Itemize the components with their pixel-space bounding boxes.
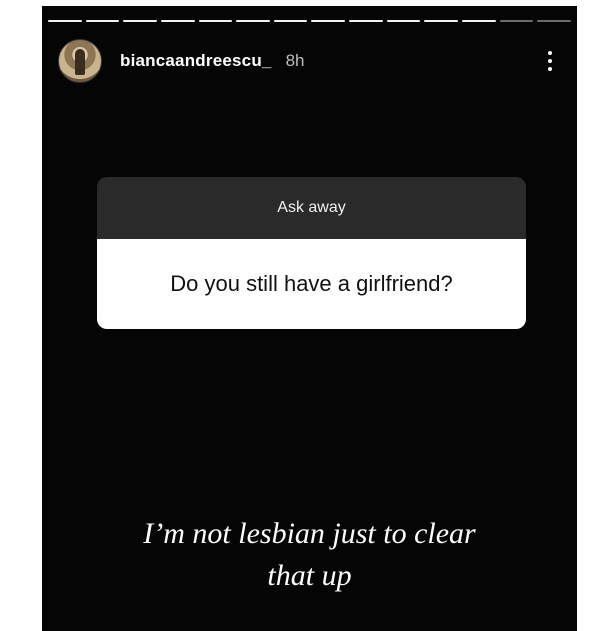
progress-segment [462, 20, 496, 22]
avatar[interactable] [58, 39, 102, 83]
post-time: 8h [285, 51, 305, 70]
story-header: biancaandreescu_ 8h [58, 39, 561, 83]
story-progress-bar [48, 20, 571, 23]
progress-segment [499, 20, 534, 22]
story-caption: I’m not lesbian just to clear that up [82, 513, 537, 597]
progress-segment [273, 20, 308, 22]
progress-segment [198, 20, 233, 22]
question-text: Do you still have a girlfriend? [97, 239, 526, 329]
dot [548, 67, 552, 71]
progress-segment [123, 20, 157, 22]
dot [548, 59, 552, 63]
progress-segment [349, 20, 383, 22]
progress-segment [311, 20, 346, 22]
progress-segment [537, 20, 571, 22]
avatar-figure [75, 49, 85, 75]
dot [548, 51, 552, 55]
question-sticker[interactable]: Ask away Do you still have a girlfriend? [97, 177, 526, 329]
caption-line: I’m not lesbian just to clear [143, 517, 476, 550]
progress-segment [424, 20, 459, 22]
progress-segment [386, 20, 421, 22]
username[interactable]: biancaandreescu_ [120, 51, 272, 71]
more-options-icon[interactable] [539, 46, 561, 76]
caption-line: that up [267, 559, 352, 592]
progress-segment [48, 20, 82, 22]
story-viewer[interactable]: biancaandreescu_ 8h Ask away Do you stil… [42, 6, 577, 631]
progress-segment [85, 20, 120, 22]
question-prompt: Ask away [97, 177, 526, 239]
progress-segment [236, 20, 270, 22]
progress-segment [160, 20, 195, 22]
